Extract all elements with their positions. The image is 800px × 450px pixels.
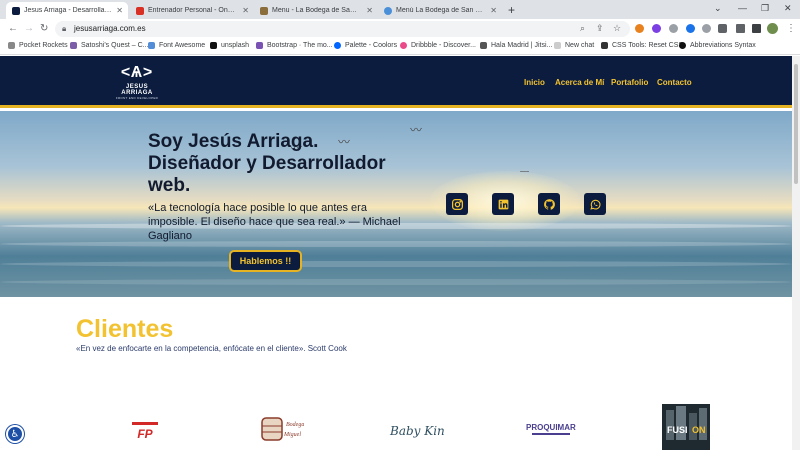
bookmark-icon [480, 42, 487, 49]
client-logo-bodega[interactable]: Bodega Miguel [254, 408, 304, 446]
bookmark-star-icon[interactable]: ☆ [613, 23, 621, 34]
whatsapp-icon[interactable] [584, 193, 606, 215]
favicon-icon [136, 6, 144, 15]
seagull-icon: ﹏ [520, 163, 530, 173]
bookmark-item[interactable]: Hala Madrid | Jitsi... [480, 42, 552, 49]
browser-tab[interactable]: Menu - La Bodega de San Miguel ✕ [254, 2, 378, 19]
github-icon[interactable] [538, 193, 560, 215]
extension-icon[interactable] [702, 24, 711, 33]
bookmark-icon [554, 42, 561, 49]
media-icon[interactable] [736, 24, 745, 33]
close-icon[interactable]: ✕ [366, 6, 373, 15]
wave [0, 279, 792, 285]
bookmark-item[interactable]: Palette - Coolors [334, 42, 397, 49]
browser-toolbar: ← → ↻ 🔒︎ jesusarriaga.com.es ⌕ ⇪ ☆ ⋮ [0, 19, 800, 39]
bookmark-icon [8, 42, 15, 49]
bookmark-item[interactable]: Abbreviations Syntax [679, 42, 756, 49]
extension-icon[interactable] [686, 24, 695, 33]
nav-link-acerca[interactable]: Acerca de Mí [555, 78, 604, 87]
bookmark-icon [256, 42, 263, 49]
close-icon[interactable]: ✕ [116, 6, 123, 15]
linkedin-icon[interactable] [492, 193, 514, 215]
hero-quote: «La tecnología hace posible lo que antes… [148, 202, 401, 242]
browser-tab-bar: Jesus Arriaga - Desarrollador Fro ✕ Entr… [0, 0, 800, 19]
bookmark-item[interactable]: New chat [554, 42, 594, 49]
favicon-icon [384, 6, 392, 15]
clients-quote: «En vez de enfocarte en la competencia, … [76, 344, 347, 353]
zoom-icon[interactable]: ⌕ [580, 23, 585, 34]
bookmark-icon [679, 42, 686, 49]
bookmark-item[interactable]: Bootstrap · The mo... [256, 42, 333, 49]
contact-cta-button[interactable]: Hablemos !! [229, 250, 302, 272]
bookmark-icon [334, 42, 341, 49]
side-panel-icon[interactable] [752, 24, 761, 33]
svg-text:FUSI: FUSI [667, 425, 688, 435]
svg-text:PROQUIMAR: PROQUIMAR [526, 423, 576, 432]
svg-text:Bodega: Bodega [286, 422, 304, 428]
nav-link-inicio[interactable]: Inicio [524, 78, 545, 87]
browser-tab[interactable]: Entrenador Personal - Online - Fi ✕ [130, 2, 254, 19]
hero-title: Soy Jesús Arriaga. Diseñador y Desarroll… [148, 131, 386, 196]
seagull-icon: 〰 [410, 123, 423, 137]
bookmark-icon [400, 42, 407, 49]
browser-tab[interactable]: Jesus Arriaga - Desarrollador Fro ✕ [6, 2, 128, 19]
menu-kebab-icon[interactable]: ⋮ [786, 23, 796, 34]
bookmark-icon [210, 42, 217, 49]
lock-icon[interactable]: 🔒︎ [62, 24, 66, 34]
close-window-icon[interactable]: ✕ [784, 3, 792, 14]
extension-icon[interactable] [652, 24, 661, 33]
tab-search-icon[interactable]: ⌄ [714, 3, 722, 14]
instagram-icon[interactable] [446, 193, 468, 215]
accessibility-icon[interactable]: ♿︎ [6, 425, 24, 443]
avatar[interactable] [767, 23, 778, 34]
site-navbar: <Ѧ> JESUS ARRIAGA FRONT END DEVELOPER In… [0, 56, 792, 108]
bookmark-item[interactable]: Dribbble - Discover... [400, 42, 476, 49]
back-icon[interactable]: ← [8, 23, 18, 34]
bookmark-item[interactable]: CSS Tools: Reset CSS [601, 42, 683, 49]
wave [0, 261, 792, 267]
scrollbar-thumb[interactable] [794, 64, 798, 184]
bookmark-icon [148, 42, 155, 49]
svg-text:Miguel: Miguel [283, 432, 301, 438]
bookmark-icon [70, 42, 77, 49]
extension-icon[interactable] [669, 24, 678, 33]
reload-icon[interactable]: ↻ [40, 23, 48, 34]
browser-tab[interactable]: Menú La Bodega de San Miguel ✕ [378, 2, 502, 19]
favicon-icon [260, 6, 268, 15]
restore-icon[interactable]: ❐ [761, 3, 769, 14]
puzzle-icon[interactable] [718, 24, 727, 33]
client-logo-baby-king[interactable]: Baby King [386, 413, 453, 445]
close-icon[interactable]: ✕ [490, 6, 497, 15]
close-icon[interactable]: ✕ [242, 6, 249, 15]
site-logo[interactable]: <Ѧ> JESUS ARRIAGA FRONT END DEVELOPER [112, 64, 162, 104]
minimize-icon[interactable]: — [738, 3, 747, 13]
favicon-icon [12, 6, 20, 15]
client-logo-fusion[interactable]: FUSI ON [662, 404, 710, 450]
client-logo-proquimar[interactable]: PROQUIMAR [524, 418, 578, 440]
nav-link-portafolio[interactable]: Portafolio [611, 78, 648, 87]
page-content: <Ѧ> JESUS ARRIAGA FRONT END DEVELOPER In… [0, 56, 792, 450]
bookmark-item[interactable]: Satoshi's Quest – C... [70, 42, 148, 49]
svg-text:ON: ON [692, 425, 706, 435]
forward-icon[interactable]: → [24, 23, 34, 34]
scrollbar[interactable] [792, 56, 800, 450]
client-logo-fuerza-pura[interactable]: FP [124, 418, 166, 442]
bookmarks-bar: Pocket Rockets Satoshi's Quest – C... Fo… [0, 39, 800, 55]
metamask-extension-icon[interactable] [635, 24, 644, 33]
clients-title: Clientes [76, 315, 174, 343]
bookmark-item[interactable]: unsplash [210, 42, 249, 49]
bookmark-icon [601, 42, 608, 49]
nav-link-contacto[interactable]: Contacto [657, 78, 692, 87]
hero-section: 〰 〰 〰 ﹏ Soy Jesús Arriaga. Diseñador y D… [0, 111, 792, 297]
bookmark-item[interactable]: Font Awesome [148, 42, 205, 49]
new-tab-button[interactable]: + [508, 3, 515, 17]
share-icon[interactable]: ⇪ [596, 23, 604, 34]
svg-text:Baby King: Baby King [389, 424, 444, 438]
bookmark-item[interactable]: Pocket Rockets [8, 42, 68, 49]
address-bar[interactable]: 🔒︎ jesusarriaga.com.es ⌕ ⇪ ☆ [55, 21, 630, 37]
svg-text:FP: FP [137, 427, 153, 441]
